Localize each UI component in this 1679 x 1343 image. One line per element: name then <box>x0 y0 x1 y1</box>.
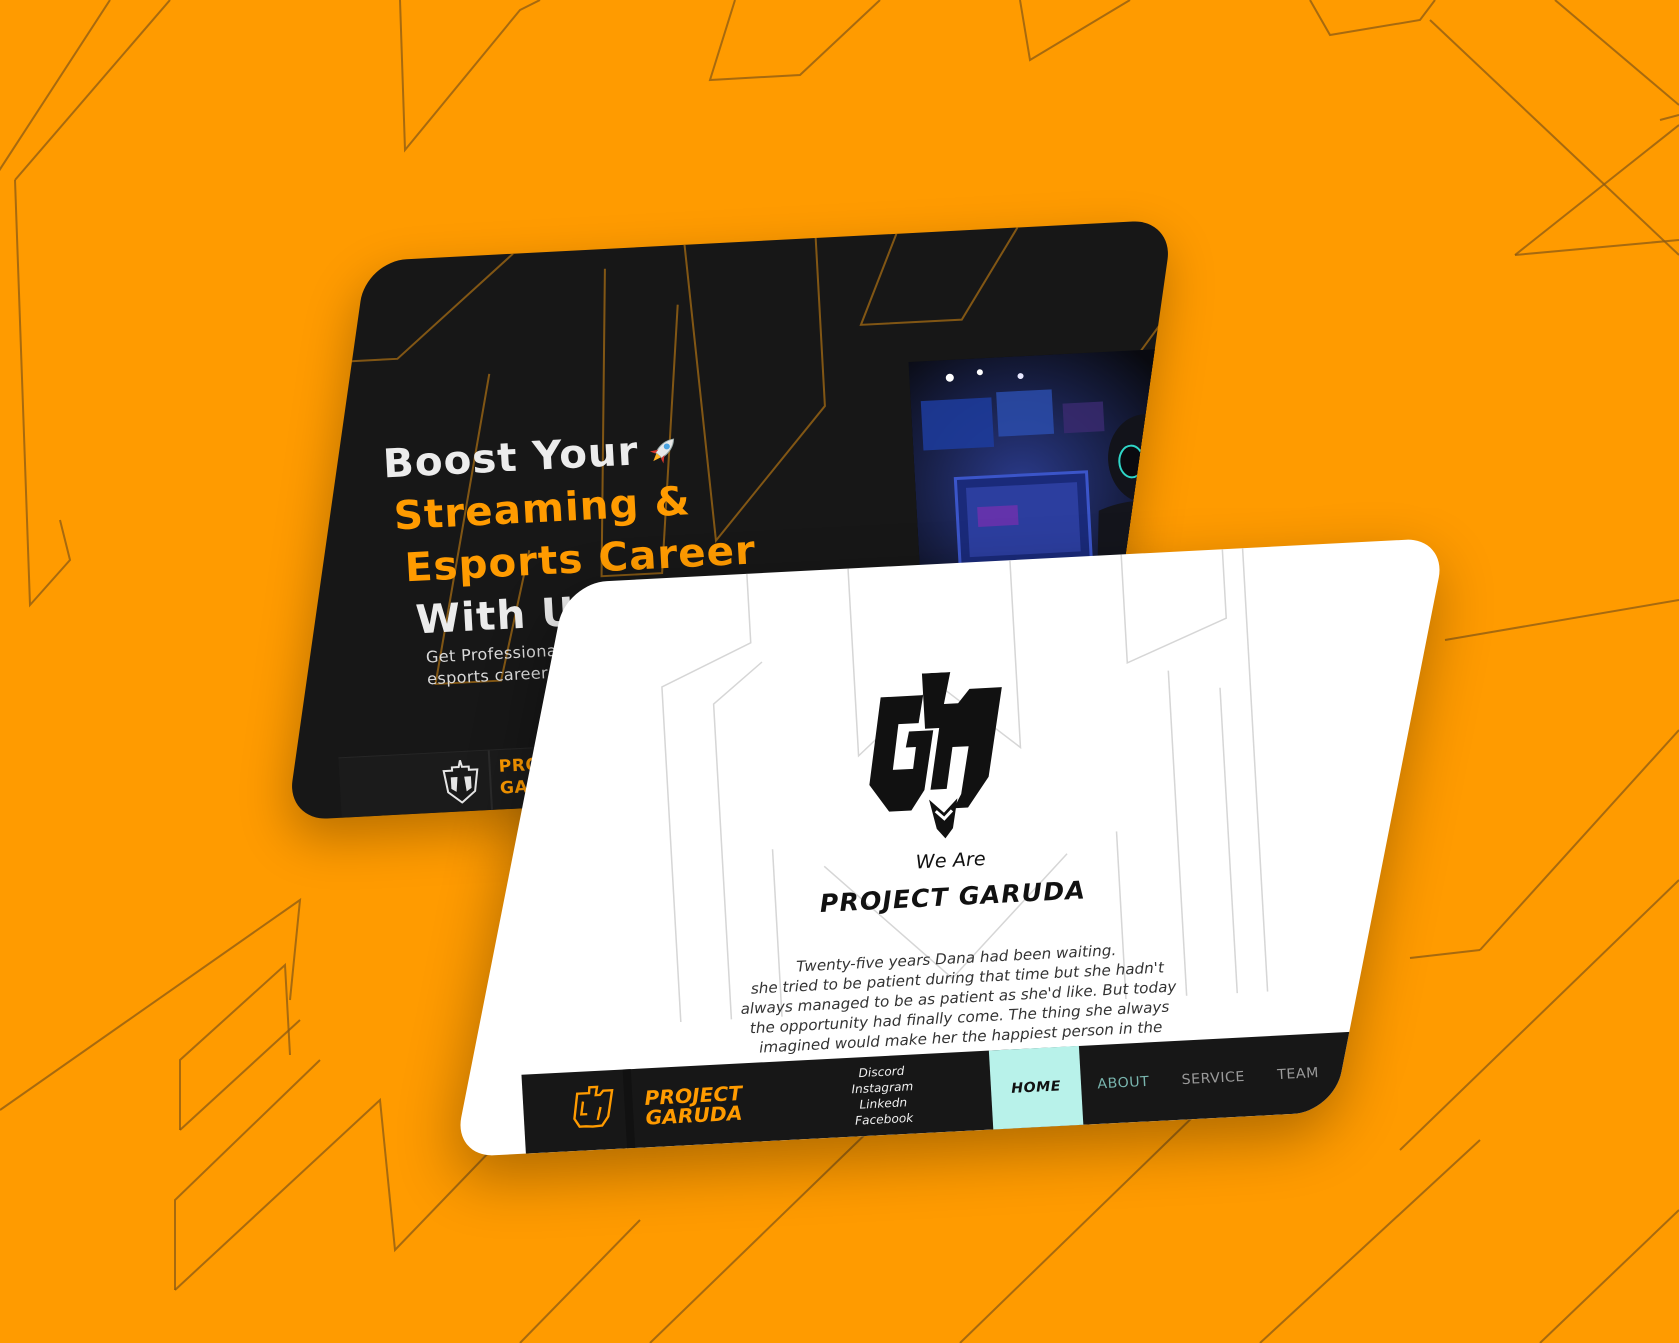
garuda-logo-icon[interactable] <box>440 759 483 805</box>
nav-about[interactable]: ABOUT <box>1079 1042 1168 1125</box>
nav-home[interactable]: HOME <box>988 1045 1084 1130</box>
garuda-logo-icon <box>869 672 1002 839</box>
social-link-facebook[interactable]: Facebook <box>838 1109 930 1129</box>
hero-footer-divider <box>487 750 494 810</box>
about-card-content: We Are PROJECT GARUDA Twenty-five years … <box>494 541 1422 1154</box>
footer-brand[interactable]: PROJECT GARUDA <box>644 1081 744 1130</box>
nav-team[interactable]: TEAM <box>1259 1033 1337 1116</box>
garuda-logo-icon[interactable] <box>571 1082 619 1139</box>
about-card: We Are PROJECT GARUDA Twenty-five years … <box>453 537 1447 1158</box>
footer-divider <box>622 1069 636 1149</box>
footer-brand-line-2: GARUDA <box>644 1100 744 1130</box>
nav-service[interactable]: SERVICE <box>1163 1037 1263 1121</box>
social-links: Discord Instagram Linkedn Facebook <box>836 1062 931 1130</box>
rocket-icon <box>650 438 675 464</box>
